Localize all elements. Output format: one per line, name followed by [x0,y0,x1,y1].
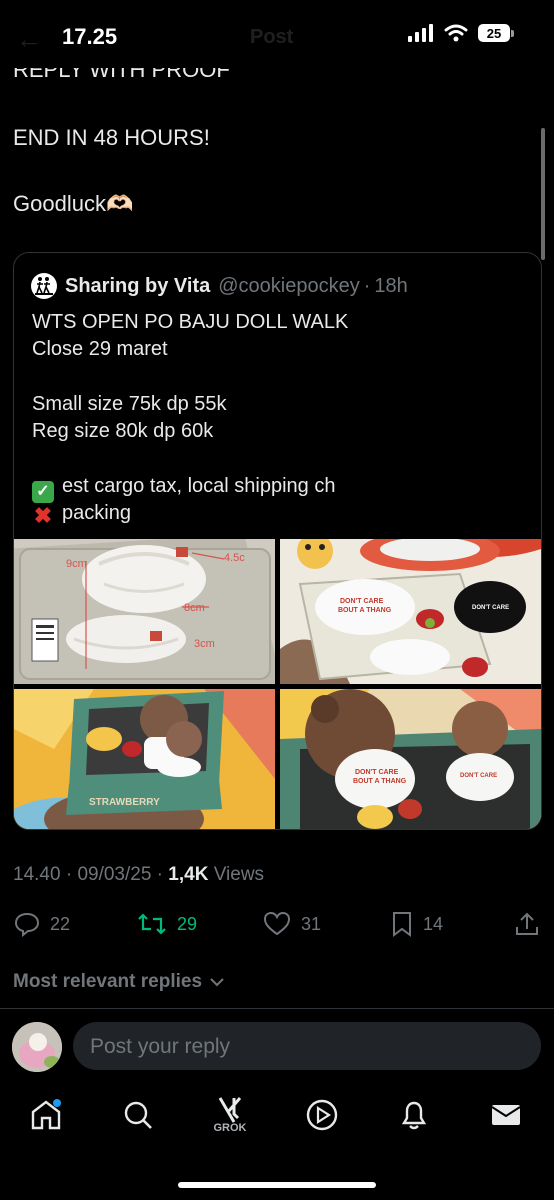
photo-4-image: DON'T CARE BOUT A THANG DON'T CARE [280,689,541,829]
quoted-post-time: 18h [374,274,408,297]
replies-sort-dropdown[interactable]: Most relevant replies [13,971,226,993]
home-icon [31,1099,61,1130]
back-arrow-icon[interactable]: ← [16,24,42,55]
photo-3[interactable]: STRAWBERRY [14,689,275,829]
post-text-line-2: END IN 48 HOURS! [13,125,210,150]
grok-icon [218,1097,242,1123]
photo-4-text-3: DON'T CARE [460,773,497,779]
share-button[interactable] [514,911,540,937]
photo-2-text-3: DON'T CARE [472,605,509,611]
photo-1-label-b: 4.5c [224,552,245,564]
search-icon [124,1101,152,1129]
nav-messages[interactable] [476,1085,536,1145]
post-date: 09/03/25 [77,864,152,885]
repost-count: 29 [177,913,198,934]
quoted-line-2: Close 29 maret [32,338,168,360]
nav-search[interactable] [108,1085,168,1145]
nav-home[interactable] [16,1085,76,1145]
replies-sort-label: Most relevant replies [13,971,203,992]
user-avatar[interactable] [12,1022,62,1072]
header-title: Post [250,26,294,48]
bottom-nav: GROK [0,1085,554,1155]
photo-1-label-c: 8cm [184,602,205,614]
reply-count: 22 [50,913,71,934]
quoted-line-6: ✖ packing [32,502,131,527]
repost-button[interactable]: 29 [137,911,197,937]
quoted-post[interactable]: Sharing by Vita @cookiepockey · 18h WTS … [13,252,542,830]
check-mark-icon: ✓ [32,481,54,503]
photo-3-text: STRAWBERRY [89,797,160,808]
repost-icon [138,913,166,935]
scrollbar[interactable] [541,128,545,260]
photo-1-label-a: 9cm [66,558,87,570]
views-label[interactable]: Views [214,864,264,885]
bookmark-icon [393,912,411,937]
quoted-avatar[interactable] [31,273,57,299]
home-indicator[interactable] [178,1182,376,1188]
quoted-line-1: WTS OPEN PO BAJU DOLL WALK [32,311,349,333]
quoted-line-5-text: est cargo tax, local shipping ch [62,475,336,497]
nav-video[interactable] [292,1085,352,1145]
photo-2-text-1: DON'T CARE [340,598,384,605]
reply-composer[interactable] [73,1022,541,1070]
photo-2[interactable]: DON'T CARE BOUT A THANG DON'T CARE [280,539,541,684]
photo-2-image: DON'T CARE BOUT A THANG DON'T CARE [280,539,541,684]
quoted-line-4: Reg size 80k dp 60k [32,420,214,442]
bookmark-button[interactable]: 14 [391,911,443,937]
cross-mark-icon: ✖ [33,503,53,528]
views-count: 1,4K [168,864,209,885]
quoted-author-name[interactable]: Sharing by Vita [65,275,210,298]
like-count: 31 [301,913,322,934]
nav-grok[interactable]: GROK [200,1085,260,1145]
walking-figures-icon [35,277,53,295]
post-time: 14.40 [13,864,61,885]
photo-4-text-2: BOUT A THANG [353,778,407,785]
quoted-line-3: Small size 75k dp 55k [32,393,227,415]
post-header: ← Post [0,20,554,60]
share-icon [516,912,538,935]
mail-icon [491,1105,521,1125]
photo-4[interactable]: DON'T CARE BOUT A THANG DON'T CARE [280,689,541,829]
post-text-line-3: Goodluck🫶🏻 [13,191,134,216]
photo-1-label-d: 3cm [194,638,215,650]
photo-4-text-1: DON'T CARE [355,769,399,776]
photo-1-image: 9cm 4.5c 8cm 3cm [14,539,275,684]
quoted-author-handle[interactable]: @cookiepockey [218,275,359,298]
photo-3-image: STRAWBERRY [14,689,275,829]
reply-input[interactable] [90,1035,510,1059]
grok-label: GROK [213,1122,247,1134]
like-button[interactable]: 31 [263,911,321,937]
quoted-line-6-text: packing [62,502,131,524]
photo-grid: 9cm 4.5c 8cm 3cm DON'T CARE BOUT A THANG… [14,539,541,829]
dot-separator: · [363,274,371,297]
user-avatar-image [12,1022,62,1072]
reply-button[interactable]: 22 [14,911,70,937]
chevron-down-icon [210,978,224,987]
bell-icon [401,1101,427,1130]
quoted-post-header: Sharing by Vita @cookiepockey · 18h [31,273,408,299]
post-meta: 14.40 · 09/03/25 · 1,4K Views [13,864,265,885]
bookmark-count: 14 [423,913,444,934]
play-circle-icon [306,1099,338,1131]
reply-icon [14,912,40,937]
heart-icon [263,911,291,936]
photo-2-text-2: BOUT A THANG [338,607,392,614]
photo-1[interactable]: 9cm 4.5c 8cm 3cm [14,539,275,684]
nav-notifications[interactable] [384,1085,444,1145]
divider [0,1008,554,1009]
quoted-line-5: ✓ est cargo tax, local shipping ch [32,475,336,503]
action-bar: 22 29 31 14 [0,905,554,945]
